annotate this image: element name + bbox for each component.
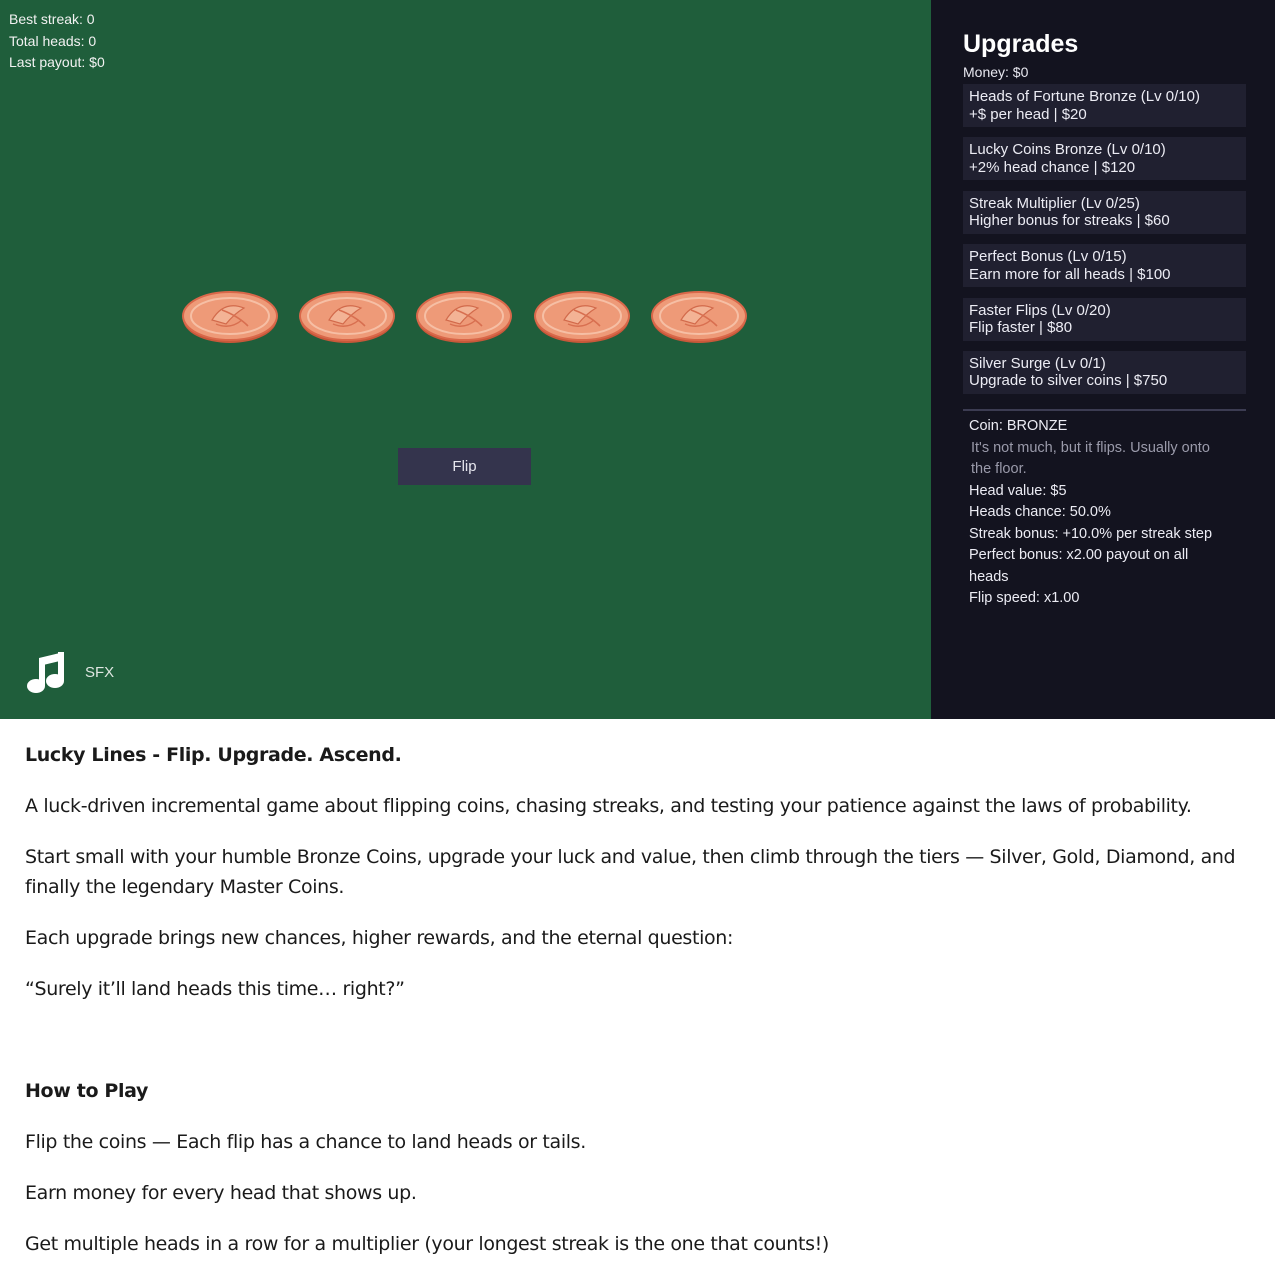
description-paragraph: Start small with your humble Bronze Coin…: [25, 846, 1236, 898]
how-to-play-item: Earn money for every head that shows up.: [25, 1182, 417, 1204]
flip-speed-text: Flip speed: x1.00: [969, 590, 1080, 606]
game-description: Lucky Lines - Flip. Upgrade. Ascend. A l…: [25, 740, 1255, 1280]
coin-1: [182, 291, 278, 343]
perfect-bonus-text-cont: heads: [969, 568, 1009, 585]
upgrade-detail: Earn more for all heads | $100: [969, 265, 1171, 283]
upgrades-title: Upgrades: [963, 30, 1079, 58]
description-paragraph: Each upgrade brings new chances, higher …: [25, 927, 734, 949]
coin-5: [651, 291, 747, 343]
upgrade-detail: Higher bonus for streaks | $60: [969, 212, 1170, 230]
upgrade-name: Streak Multiplier (Lv 0/25): [969, 194, 1140, 212]
coin-flavor-line-1: It's not much, but it flips. Usually ont…: [971, 439, 1210, 456]
coin-4: [534, 291, 630, 343]
upgrade-heads-of-fortune-button[interactable]: Heads of Fortune Bronze (Lv 0/10) +$ per…: [963, 84, 1246, 127]
upgrade-name: Lucky Coins Bronze (Lv 0/10): [969, 141, 1166, 159]
upgrades-panel: Upgrades Money: $0 Heads of Fortune Bron…: [931, 0, 1275, 719]
upgrade-streak-multiplier-button[interactable]: Streak Multiplier (Lv 0/25) Higher bonus…: [963, 190, 1246, 234]
total-heads-text: Total heads: 0: [9, 32, 97, 49]
upgrade-name: Perfect Bonus (Lv 0/15): [969, 248, 1127, 266]
coin-type-text: Coin: BRONZE: [969, 418, 1068, 434]
how-to-play-item: Get multiple heads in a row for a multip…: [25, 1233, 829, 1255]
coin-3: [416, 291, 512, 343]
upgrade-name: Faster Flips (Lv 0/20): [969, 301, 1111, 319]
flip-button[interactable]: Flip: [398, 448, 531, 485]
description-title: Lucky Lines - Flip. Upgrade. Ascend.: [25, 744, 402, 766]
upgrade-lucky-coins-button[interactable]: Lucky Coins Bronze (Lv 0/10) +2% head ch…: [963, 137, 1246, 181]
head-value-text: Head value: $5: [969, 482, 1067, 499]
coin-info: Coin: BRONZE It's not much, but it flips…: [969, 416, 1249, 610]
upgrade-detail: +2% head chance | $120: [969, 158, 1136, 176]
coin-board: Best streak: 0 Total heads: 0 Last payou…: [0, 0, 931, 719]
music-note-icon[interactable]: [26, 650, 66, 694]
sfx-label[interactable]: SFX: [85, 664, 114, 681]
last-payout-text: Last payout: $0: [9, 54, 105, 70]
stats-panel: Best streak: 0 Total heads: 0 Last payou…: [9, 9, 105, 74]
coin-flavor-line-2: the floor.: [971, 461, 1027, 477]
streak-bonus-text: Streak bonus: +10.0% per streak step: [969, 525, 1213, 542]
how-to-play-item: Flip the coins — Each flip has a chance …: [25, 1131, 586, 1153]
upgrade-list: Heads of Fortune Bronze (Lv 0/10) +$ per…: [963, 84, 1246, 404]
upgrade-detail: Upgrade to silver coins | $750: [969, 372, 1168, 390]
coin-2: [299, 291, 395, 343]
upgrade-silver-surge-button[interactable]: Silver Surge (Lv 0/1) Upgrade to silver …: [963, 350, 1246, 394]
best-streak-text: Best streak: 0: [9, 11, 95, 27]
perfect-bonus-text: Perfect bonus: x2.00 payout on all: [969, 547, 1189, 563]
description-paragraph: A luck-driven incremental game about fli…: [25, 795, 1192, 817]
description-quote: “Surely it’ll land heads this time… righ…: [25, 978, 405, 1000]
upgrade-name: Silver Surge (Lv 0/1): [969, 354, 1106, 372]
game-window: Best streak: 0 Total heads: 0 Last payou…: [0, 0, 1275, 719]
upgrade-perfect-bonus-button[interactable]: Perfect Bonus (Lv 0/15) Earn more for al…: [963, 244, 1246, 288]
divider: [963, 409, 1246, 411]
upgrade-faster-flips-button[interactable]: Faster Flips (Lv 0/20) Flip faster | $80: [963, 297, 1246, 341]
upgrade-detail: +$ per head | $20: [969, 105, 1087, 123]
heads-chance-text: Heads chance: 50.0%: [969, 504, 1111, 520]
upgrade-detail: Flip faster | $80: [969, 319, 1073, 337]
upgrade-name: Heads of Fortune Bronze (Lv 0/10): [969, 88, 1200, 105]
how-to-play-heading: How to Play: [25, 1080, 149, 1102]
money-text: Money: $0: [963, 64, 1029, 80]
